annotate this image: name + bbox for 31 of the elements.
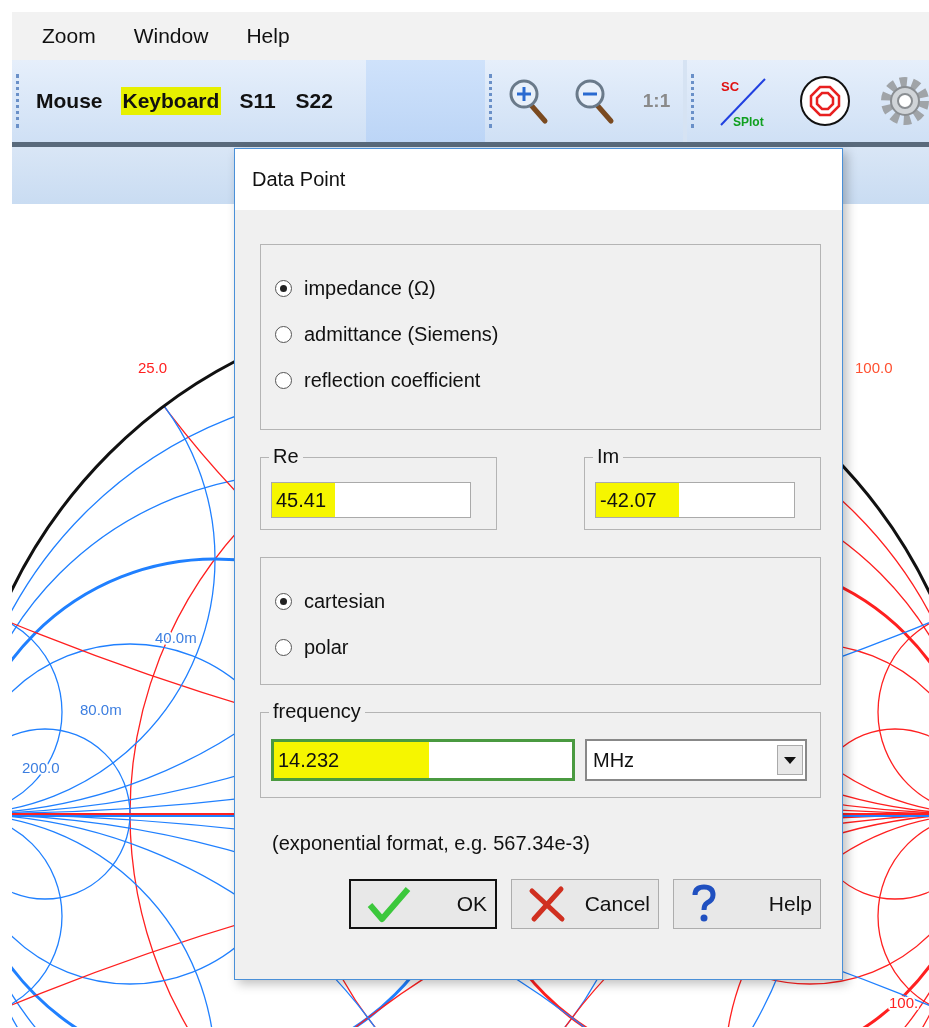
cross-icon [528, 885, 566, 923]
check-icon [367, 885, 411, 923]
radio-option[interactable]: admittance (Siemens) [275, 319, 820, 349]
radio-option[interactable]: reflection coefficient [275, 365, 820, 395]
dialog-title: Data Point [252, 168, 346, 191]
radio-option[interactable]: polar [275, 632, 820, 662]
mode-button[interactable]: S22 [293, 87, 335, 115]
mode-button[interactable]: Mouse [34, 87, 105, 115]
menu-item[interactable]: Zoom [42, 24, 96, 48]
group-label: frequency [269, 700, 365, 723]
radio-option[interactable]: cartesian [275, 586, 820, 616]
help-button[interactable]: Help [673, 879, 821, 929]
input-field[interactable]: 14.232 [271, 739, 575, 781]
ok-button[interactable]: OK [349, 879, 497, 929]
input-field[interactable]: -42.07 [595, 482, 795, 518]
unit-dropdown[interactable]: MHz [585, 739, 807, 781]
mode-button[interactable]: S11 [237, 87, 278, 115]
menu-item[interactable]: Window [133, 24, 209, 48]
chart-scale-label: 25.0 [138, 359, 168, 376]
splot-button[interactable]: SC SPlot [717, 73, 773, 129]
input-field[interactable]: 45.41 [271, 482, 471, 518]
mode-button[interactable]: Keyboard [120, 87, 222, 115]
menu-item[interactable]: Help [246, 24, 290, 48]
question-icon [690, 884, 718, 924]
chart-scale-label: 80.0m [80, 701, 122, 718]
target-icon[interactable] [799, 75, 851, 127]
chart-scale-label: 100.0 [855, 359, 893, 376]
caret-icon[interactable] [777, 745, 803, 775]
radio-option[interactable]: impedance (Ω) [275, 273, 820, 303]
hint-text: (exponential format, e.g. 567.34e-3) [271, 832, 591, 855]
cancel-button[interactable]: Cancel [511, 879, 659, 929]
